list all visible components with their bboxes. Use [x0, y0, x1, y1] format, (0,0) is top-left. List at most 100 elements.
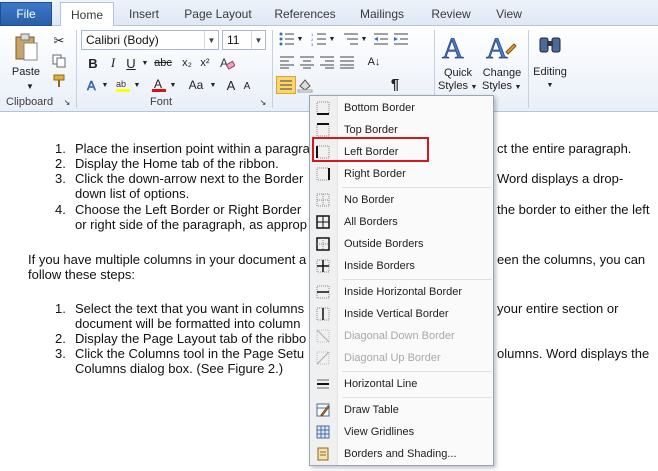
quick-styles-label[interactable]: Quick	[436, 67, 480, 79]
svg-text:A: A	[442, 32, 464, 64]
change-styles-label-2[interactable]: Styles	[478, 80, 516, 92]
align-right-icon[interactable]	[318, 53, 336, 71]
font-name-combo[interactable]: Calibri (Body) ▼	[81, 30, 219, 50]
bold-icon[interactable]: B	[84, 54, 102, 72]
menu-item-borders-and-shading[interactable]: Borders and Shading...	[310, 443, 493, 465]
grow-font-button[interactable]: A	[224, 76, 238, 94]
line-spacing-icon[interactable]	[276, 76, 296, 94]
menu-item-inside-borders[interactable]: Inside Borders	[310, 255, 493, 277]
menu-item-diagonal-up-border: Diagonal Up Border	[310, 347, 493, 369]
menu-item-inside-vertical-border[interactable]: Inside Vertical Border	[310, 303, 493, 325]
tab-page-layout[interactable]: Page Layout	[176, 2, 260, 26]
align-center-icon[interactable]	[298, 53, 316, 71]
menu-item-view-gridlines[interactable]: View Gridlines	[310, 421, 493, 443]
chevron-down-icon[interactable]: ▼	[251, 31, 265, 49]
chevron-down-icon[interactable]: ▼	[546, 80, 554, 90]
chevron-down-icon[interactable]: ▼	[100, 76, 110, 94]
clipboard-group-label: Clipboard	[6, 96, 54, 108]
underline-icon[interactable]: U	[122, 54, 140, 72]
paste-dropdown-icon[interactable]: ▼	[25, 82, 35, 91]
binoculars-icon[interactable]	[536, 32, 564, 58]
paragraph-text: If you have multiple columns in your doc…	[28, 252, 307, 267]
list-item-continuation: document will be formatted into column	[75, 316, 301, 331]
menu-item-draw-table[interactable]: Draw Table	[310, 399, 493, 421]
list-number: 3.	[55, 346, 66, 361]
svg-text:A: A	[87, 78, 96, 93]
menu-separator	[342, 371, 492, 372]
divider	[76, 30, 77, 108]
text-fragment: olumns. Word displays the	[497, 346, 650, 361]
menu-separator	[342, 397, 492, 398]
inside-horizontal-border-icon	[316, 285, 330, 299]
tab-view[interactable]: View	[486, 2, 532, 26]
subscript-icon[interactable]: x₂	[178, 54, 196, 72]
chevron-down-icon[interactable]: ▼	[296, 30, 304, 48]
sort-button[interactable]: A↓	[364, 53, 384, 71]
change-styles-label[interactable]: Change	[478, 67, 526, 79]
shading-icon[interactable]	[296, 76, 314, 94]
chevron-down-icon[interactable]: ▼	[514, 82, 522, 92]
menu-item-horizontal-line[interactable]: Horizontal Line	[310, 373, 493, 395]
menu-item-no-border[interactable]: No Border	[310, 189, 493, 211]
list-number: 2.	[55, 331, 66, 346]
tab-insert[interactable]: Insert	[118, 2, 170, 26]
cut-icon[interactable]: ✂	[50, 32, 68, 50]
shrink-font-button[interactable]: A	[240, 78, 254, 94]
show-marks-button[interactable]: ¶	[388, 74, 402, 94]
menu-separator	[342, 279, 492, 280]
paste-icon[interactable]	[12, 32, 40, 64]
menu-item-label: Top Border	[344, 124, 398, 136]
chevron-down-icon[interactable]: ▼	[168, 76, 178, 94]
tab-mailings[interactable]: Mailings	[350, 2, 414, 26]
highlight-icon[interactable]: ab	[114, 76, 132, 94]
font-size-combo[interactable]: 11 ▼	[222, 30, 266, 50]
menu-item-diagonal-down-border: Diagonal Down Border	[310, 325, 493, 347]
clear-formatting-icon[interactable]: A	[218, 54, 236, 72]
menu-item-all-borders[interactable]: All Borders	[310, 211, 493, 233]
chevron-down-icon[interactable]: ▼	[328, 30, 336, 48]
chevron-down-icon[interactable]: ▼	[470, 82, 478, 92]
menu-item-right-border[interactable]: Right Border	[310, 163, 493, 185]
list-number: 2.	[55, 156, 66, 171]
list-item-continuation: down list of options.	[75, 186, 190, 201]
increase-indent-icon[interactable]	[392, 30, 410, 48]
paste-button[interactable]: Paste	[8, 66, 44, 78]
menu-item-label: Borders and Shading...	[344, 448, 457, 460]
change-case-button[interactable]: Aa	[184, 76, 208, 94]
bullets-icon[interactable]	[278, 30, 296, 48]
justify-icon[interactable]	[338, 53, 356, 71]
numbering-icon[interactable]: 123	[310, 30, 328, 48]
list-item: Place the insertion point within a parag…	[75, 141, 310, 156]
quick-styles-icon[interactable]: A	[440, 30, 474, 64]
tab-file[interactable]: File	[0, 2, 52, 26]
editing-button[interactable]: Editing	[528, 66, 572, 78]
chevron-down-icon[interactable]: ▼	[132, 76, 142, 94]
list-item: Choose the Left Border or Right Border	[75, 202, 302, 217]
clipboard-launcher-icon[interactable]: ↘	[62, 97, 72, 107]
menu-item-label: Horizontal Line	[344, 378, 418, 390]
tab-home[interactable]: Home	[60, 2, 114, 27]
change-styles-icon[interactable]: A	[484, 30, 518, 64]
menu-item-label: Right Border	[344, 168, 406, 180]
bottom-border-icon	[316, 101, 330, 115]
text-fragment: Word displays a drop-	[497, 171, 624, 186]
superscript-icon[interactable]: x²	[196, 54, 214, 72]
tab-review[interactable]: Review	[424, 2, 478, 26]
italic-icon[interactable]: I	[104, 54, 122, 72]
menu-item-outside-borders[interactable]: Outside Borders	[310, 233, 493, 255]
font-launcher-icon[interactable]: ↘	[258, 97, 268, 107]
font-color-icon[interactable]: A	[150, 76, 168, 94]
menu-item-inside-horizontal-border[interactable]: Inside Horizontal Border	[310, 281, 493, 303]
format-painter-icon[interactable]	[50, 72, 68, 90]
list-item: Display the Home tab of the ribbon.	[75, 156, 279, 171]
quick-styles-label-2[interactable]: Styles	[434, 80, 472, 92]
strikethrough-icon[interactable]: abc	[154, 54, 172, 72]
chevron-down-icon[interactable]: ▼	[204, 31, 218, 49]
svg-text:A: A	[220, 56, 228, 70]
tab-references[interactable]: References	[266, 2, 344, 26]
menu-item-bottom-border[interactable]: Bottom Border	[310, 97, 493, 119]
chevron-down-icon[interactable]: ▼	[208, 76, 218, 94]
chevron-down-icon[interactable]: ▼	[140, 54, 150, 72]
menu-item-label: Inside Borders	[344, 260, 415, 272]
copy-icon[interactable]	[50, 52, 68, 70]
